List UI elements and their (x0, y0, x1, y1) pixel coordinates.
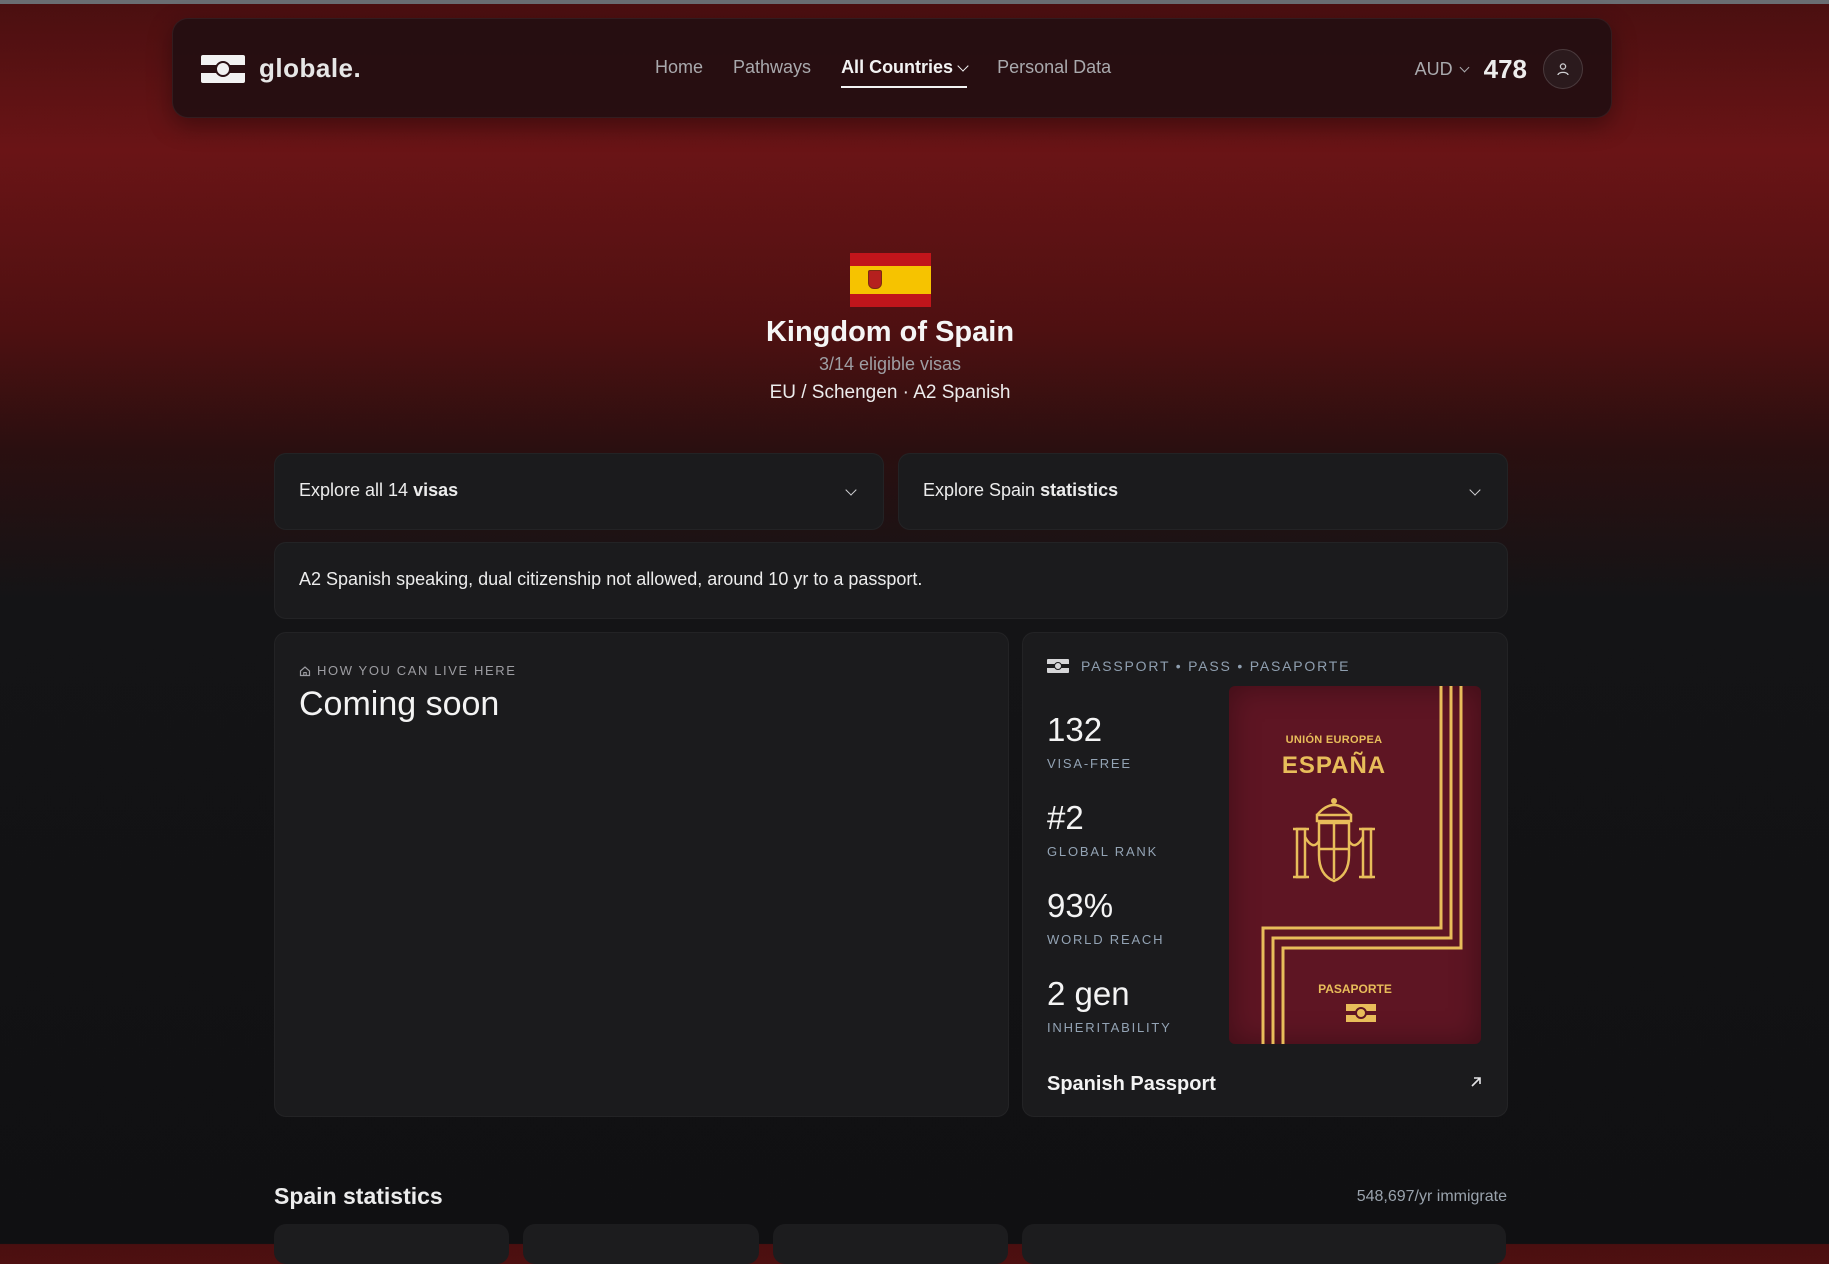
country-summary: A2 Spanish speaking, dual citizenship no… (299, 569, 923, 589)
points-counter: 478 (1483, 53, 1527, 84)
passport-union-text: UNIÓN EUROPEA (1285, 734, 1383, 746)
statistics-title: Spain statistics (274, 1183, 443, 1209)
live-here-title: HOW YOU CAN LIVE HERE (317, 663, 517, 678)
top-navbar: globale. Home Pathways All Countries Per… (172, 18, 1612, 118)
stat-value: 132 (1047, 711, 1103, 748)
country-title: Kingdom of Spain (765, 316, 1015, 348)
passport-name-link[interactable]: Spanish Passport (1047, 1073, 1216, 1096)
passport-heading: PASSPORT • PASS • PASAPORTE (1047, 658, 1350, 674)
explore-statistics-label: Explore Spain statistics (923, 480, 1119, 500)
passport-doc-text: PASAPORTE (1318, 982, 1392, 996)
user-avatar-button[interactable] (1543, 49, 1583, 89)
stat-label: WORLD REACH (1047, 932, 1165, 947)
nav-link-personal-data[interactable]: Personal Data (997, 57, 1111, 88)
passport-heading-text: PASSPORT • PASS • PASAPORTE (1081, 658, 1351, 674)
nav-links: Home Pathways All Countries Personal Dat… (655, 57, 1111, 88)
chevron-down-icon (845, 484, 857, 496)
biometric-chip-icon (1346, 1004, 1376, 1022)
chevron-down-icon (957, 59, 969, 72)
passport-card: PASSPORT • PASS • PASAPORTE 132 VISA-FRE… (1022, 632, 1508, 1117)
nav-right: AUD 478 (1415, 49, 1583, 89)
coat-of-arms-icon (1293, 798, 1375, 883)
passport-country-text: ESPAÑA (1281, 752, 1387, 779)
statistic-card (523, 1224, 759, 1264)
stat-visa-free: 132 VISA-FREE (1047, 713, 1132, 771)
nav-link-all-countries[interactable]: All Countries (841, 57, 969, 88)
window-top-border (0, 0, 1829, 4)
eligible-visas: 3/14 eligible visas (818, 354, 962, 374)
logo-icon (201, 54, 245, 83)
stat-world-reach: 93% WORLD REACH (1047, 889, 1164, 947)
explore-visas-label: Explore all 14 visas (299, 480, 459, 500)
home-icon (299, 665, 311, 676)
coming-soon-text: Coming soon (299, 685, 500, 723)
stat-global-rank: #2 GLOBAL RANK (1047, 801, 1158, 859)
statistic-card (773, 1224, 1008, 1264)
stat-label: INHERITABILITY (1047, 1020, 1172, 1035)
stat-value: 2 gen (1047, 975, 1130, 1012)
country-summary-card: A2 Spanish speaking, dual citizenship no… (274, 542, 1508, 619)
stat-label: VISA-FREE (1047, 756, 1132, 771)
currency-label: AUD (1414, 58, 1453, 79)
stat-value: #2 (1047, 799, 1084, 836)
coat-of-arms-icon (868, 270, 882, 289)
chevron-down-icon (1459, 62, 1470, 72)
explore-statistics-dropdown[interactable]: Explore Spain statistics (898, 453, 1508, 530)
stat-inheritability: 2 gen INHERITABILITY (1047, 977, 1172, 1035)
stat-label: GLOBAL RANK (1047, 844, 1159, 859)
nav-link-pathways[interactable]: Pathways (733, 57, 811, 88)
brand-logo[interactable]: globale. (201, 53, 361, 84)
explore-visas-dropdown[interactable]: Explore all 14 visas (274, 453, 884, 530)
statistic-card (274, 1224, 509, 1264)
arrow-up-right-icon[interactable] (1469, 1075, 1483, 1089)
nav-link-all-countries-label: All Countries (841, 57, 954, 77)
statistic-card (1022, 1224, 1506, 1264)
chevron-down-icon (1469, 484, 1481, 496)
nav-link-home[interactable]: Home (655, 57, 703, 88)
currency-selector[interactable]: AUD (1414, 58, 1470, 80)
user-icon (1557, 63, 1569, 76)
passport-icon (1047, 659, 1069, 673)
stat-value: 93% (1047, 887, 1114, 924)
spain-flag (850, 253, 931, 307)
passport-cover-image: UNIÓN EUROPEA ESPAÑA PASAPORTE (1229, 686, 1481, 1044)
brand-name: globale. (259, 53, 362, 83)
live-here-heading: HOW YOU CAN LIVE HERE (299, 663, 517, 678)
live-here-card: HOW YOU CAN LIVE HERE Coming soon (274, 632, 1009, 1117)
country-zone: EU / Schengen · A2 Spanish (769, 382, 1011, 403)
immigration-stat: 548,697/yr immigrate (1356, 1188, 1507, 1205)
